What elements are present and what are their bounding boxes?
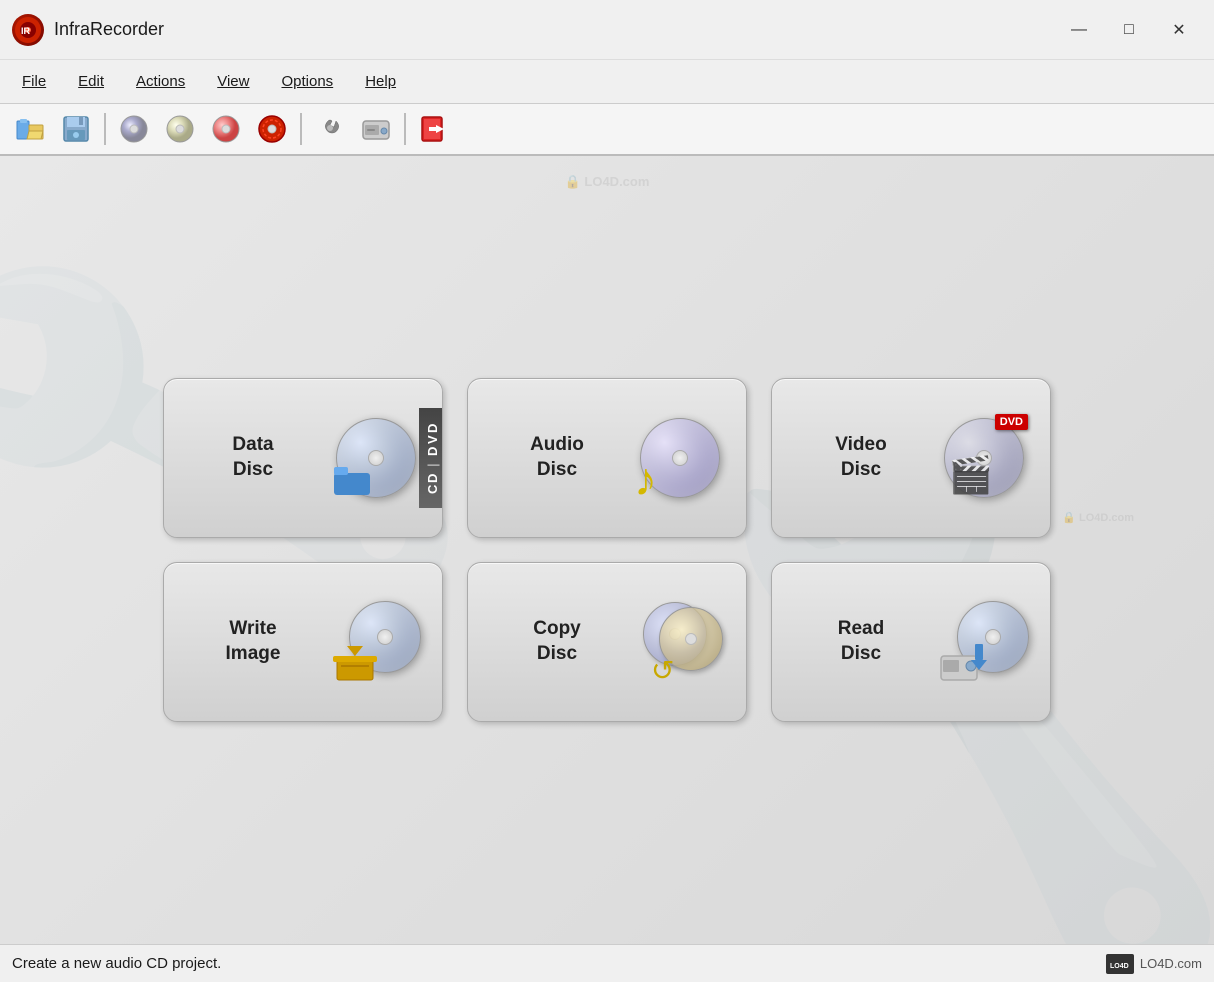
burn-button[interactable]: [250, 109, 294, 149]
cd-dvd-tab: C D | D V D: [419, 408, 443, 508]
data-disc-button[interactable]: DataDisc C D | D V D: [163, 378, 443, 538]
lo4d-text: LO4D.com: [1140, 956, 1202, 971]
svg-text:IR: IR: [21, 26, 31, 36]
menu-file[interactable]: File: [8, 67, 60, 96]
watermark-mid: 🔒 LO4D.com: [1062, 511, 1134, 524]
svg-text:LO4D: LO4D: [1110, 963, 1129, 970]
audio-disc-label: AudioDisc: [484, 433, 630, 482]
exit-button[interactable]: [412, 109, 456, 149]
title-bar: IR InfraRecorder — □ ✕: [0, 0, 1214, 60]
window-controls: — □ ✕: [1056, 14, 1202, 46]
open-project-button[interactable]: [8, 109, 52, 149]
title-left: IR InfraRecorder: [12, 14, 164, 46]
status-bar: Create a new audio CD project. LO4D LO4D…: [0, 944, 1214, 982]
separator-3: [404, 113, 406, 145]
separator-1: [104, 113, 106, 145]
toolbar: [0, 104, 1214, 156]
video-disc-icon: DVD 🎬: [934, 408, 1034, 508]
menu-bar: File Edit Actions View Options Help: [0, 60, 1214, 104]
read-disc-label: ReadDisc: [788, 617, 934, 666]
status-logo: LO4D LO4D.com: [1106, 954, 1202, 974]
menu-options[interactable]: Options: [267, 67, 347, 96]
status-message: Create a new audio CD project.: [12, 955, 221, 972]
copy-disc-button[interactable]: CopyDisc ↺: [467, 562, 747, 722]
menu-actions[interactable]: Actions: [122, 67, 199, 96]
write-image-label: WriteImage: [180, 617, 326, 666]
menu-help[interactable]: Help: [351, 67, 410, 96]
read-disc-icon: [934, 592, 1034, 692]
copy-disc-icon: ↺: [630, 592, 730, 692]
write-image-icon: [326, 592, 426, 692]
disc-3-button[interactable]: [204, 109, 248, 149]
minimize-button[interactable]: —: [1056, 14, 1102, 46]
save-project-button[interactable]: [54, 109, 98, 149]
buttons-grid: DataDisc C D | D V D: [163, 378, 1051, 722]
disc-2-button[interactable]: [158, 109, 202, 149]
audio-disc-icon: ♪: [630, 408, 730, 508]
read-disc-button[interactable]: ReadDisc: [771, 562, 1051, 722]
watermark-top: 🔒 LO4D.com: [565, 174, 650, 190]
lo4d-icon: LO4D: [1106, 954, 1134, 974]
settings-button[interactable]: [308, 109, 352, 149]
audio-disc-button[interactable]: AudioDisc ♪: [467, 378, 747, 538]
copy-disc-label: CopyDisc: [484, 617, 630, 666]
close-button[interactable]: ✕: [1156, 14, 1202, 46]
data-disc-label: DataDisc: [180, 433, 326, 482]
write-image-button[interactable]: WriteImage: [163, 562, 443, 722]
menu-view[interactable]: View: [203, 67, 263, 96]
main-content: 🔧 🔧 🔒 LO4D.com 🔒 LO4D.com DataDisc C: [0, 156, 1214, 944]
app-icon: IR: [12, 14, 44, 46]
maximize-button[interactable]: □: [1106, 14, 1152, 46]
menu-edit[interactable]: Edit: [64, 67, 118, 96]
data-disc-icon: [326, 408, 426, 508]
separator-2: [300, 113, 302, 145]
app-title: InfraRecorder: [54, 19, 164, 40]
video-disc-label: VideoDisc: [788, 433, 934, 482]
video-disc-button[interactable]: VideoDisc DVD 🎬: [771, 378, 1051, 538]
drive-button[interactable]: [354, 109, 398, 149]
disc-1-button[interactable]: [112, 109, 156, 149]
